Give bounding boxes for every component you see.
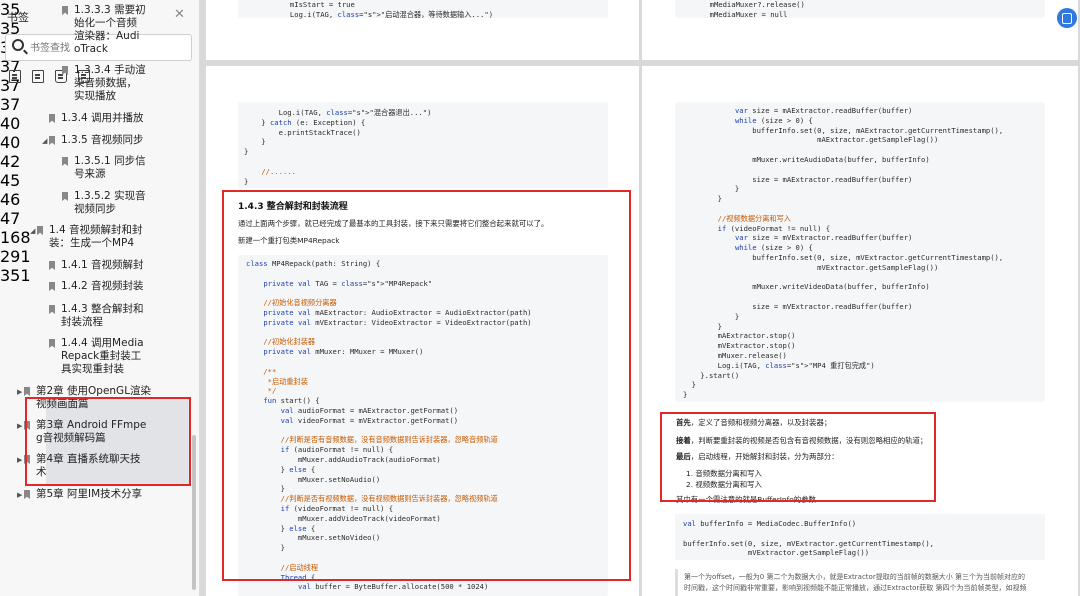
expanded-arrow-icon[interactable]: ◢ <box>30 227 35 235</box>
expanded-arrow-icon[interactable]: ◢ <box>42 137 47 145</box>
translate-assistant-icon[interactable] <box>1057 8 1077 28</box>
bookmark-label: 1.3.5.1 同步信 号来源 <box>74 155 146 180</box>
page-top-right: mMediaMuxer?.release() mMediaMuxer = nul… <box>642 0 1078 60</box>
code-block: mMediaMuxer?.release() mMediaMuxer = nul… <box>675 0 1045 19</box>
bookmark-label: 1.4.4 调用Media Repack重封装工 具实现重封装 <box>61 337 144 375</box>
collapsed-arrow-icon[interactable]: ▶ <box>17 456 22 464</box>
page-top-left: mIsStart = true Log.i(TAG, class="s">"启动… <box>206 0 639 60</box>
sidebar-title: 书签 <box>7 11 29 24</box>
bookmark-label: 1.4.1 音视频解封 <box>61 259 144 271</box>
collapsed-arrow-icon[interactable]: ▶ <box>17 491 22 499</box>
note-text: 第一个为offset，一般为0 第二个为数据大小，就是Extractor提取的当… <box>684 573 1025 581</box>
bookmark-icon <box>24 490 30 499</box>
bookmark-icon <box>24 387 30 396</box>
bookmark-label: 第5章 阿里IM技术分享 <box>36 488 143 500</box>
quote-bar <box>675 569 678 596</box>
bookmark-label: 1.4.3 整合解封和 封装流程 <box>61 303 144 328</box>
bookmark-icon <box>49 282 55 291</box>
bookmark-label: 1.3.5.2 实现音 视频同步 <box>74 190 146 215</box>
page-right: var size = mAExtractor.readBuffer(buffer… <box>642 66 1078 596</box>
bookmark-label: 1.4.2 音视频封装 <box>61 280 144 292</box>
code-block: mIsStart = true Log.i(TAG, class="s">"启动… <box>238 0 608 19</box>
pdf-reader-window: 书签 ✕ 1.3.3.3 需要初始化一个音频渲染器：AudioTrack351.… <box>0 0 1080 596</box>
bookmark-label: 1.4 音视频解封和封 装：生成一个MP4 <box>49 224 143 249</box>
collapsed-arrow-icon[interactable]: ▶ <box>17 422 22 430</box>
note-text: 时间戳，这个时间戳非常重要，影响到视频能不能正常播放，通过Extractor获取… <box>684 584 1027 592</box>
code-block: var size = mAExtractor.readBuffer(buffer… <box>675 102 1045 402</box>
bookmark-label: 1.3.3.3 需要初 始化一个音频 渲染器：Audi oTrack <box>74 4 146 55</box>
bookmark-label: 1.3.4 调用并播放 <box>61 112 144 124</box>
document-view[interactable]: mIsStart = true Log.i(TAG, class="s">"启动… <box>201 0 1080 596</box>
bookmark-sidebar: 书签 ✕ 1.3.3.3 需要初始化一个音频渲染器：AudioTrack351.… <box>0 0 200 596</box>
bookmark-label: 1.3.3.4 手动渲 染音频数据， 实现播放 <box>74 64 146 102</box>
collapse-all-icon[interactable] <box>32 70 44 83</box>
bookmark-icon <box>49 305 55 314</box>
bookmark-label: 1.3.5 音视频同步 <box>61 134 144 146</box>
annotation-red-box <box>222 190 631 581</box>
annotation-red-box <box>25 397 191 486</box>
sidebar-scrollbar[interactable] <box>192 435 196 590</box>
close-icon[interactable]: ✕ <box>174 7 185 22</box>
search-icon <box>12 39 24 51</box>
code-block: Log.i(TAG, class="s">"混合器退出...") } catch… <box>238 102 608 188</box>
expand-all-icon[interactable] <box>9 70 21 83</box>
annotation-red-box <box>660 412 936 502</box>
bookmark-icon <box>49 339 55 348</box>
collapsed-arrow-icon[interactable]: ▶ <box>17 388 22 396</box>
code-block: val bufferInfo = MediaCodec.BufferInfo()… <box>675 514 1045 560</box>
